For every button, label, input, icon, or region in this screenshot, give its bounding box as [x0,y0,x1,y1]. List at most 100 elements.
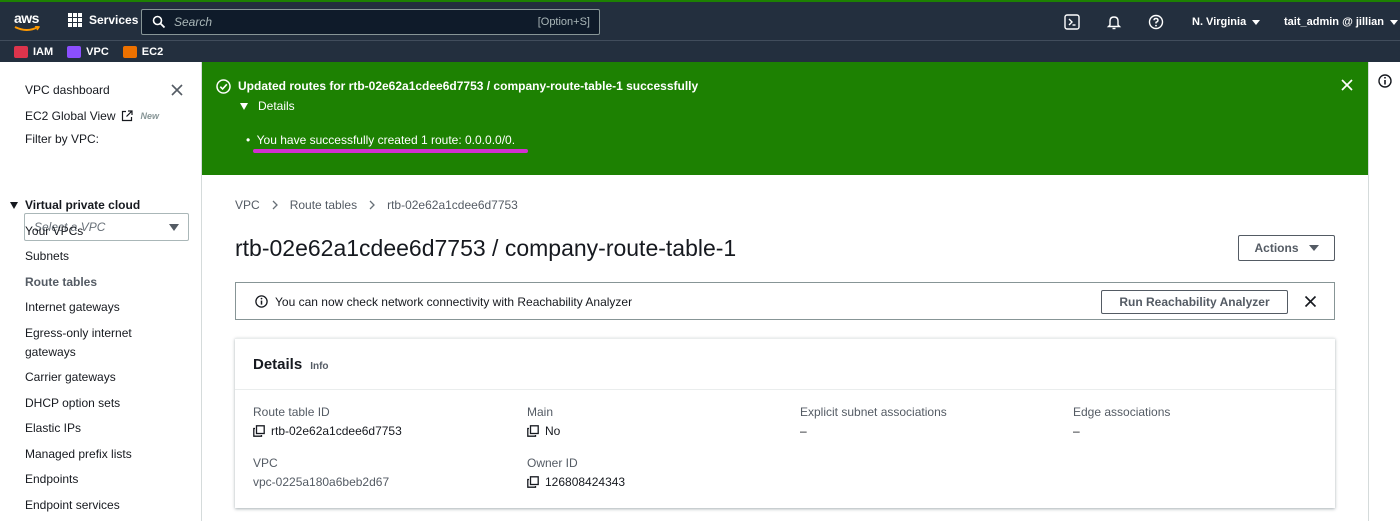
breadcrumb: VPC Route tables rtb-02e62a1cdee6d7753 [235,198,518,212]
caret-down-icon [240,102,248,110]
breadcrumb-vpc[interactable]: VPC [235,198,260,212]
sidebar-item-route-tables[interactable]: Route tables [25,275,97,289]
route-table-id-label: Route table ID [253,405,330,419]
sidebar-item-subnets[interactable]: Subnets [25,249,69,263]
run-reachability-analyzer-button[interactable]: Run Reachability Analyzer [1101,290,1288,314]
cloudshell-icon[interactable] [1064,14,1080,30]
sidebar: VPC dashboard EC2 Global View New Filter… [0,62,202,521]
chevron-right-icon [272,200,278,210]
new-badge: New [140,111,160,121]
reachability-alert: You can now check network connectivity w… [235,282,1335,320]
sidebar-item-vpc-dashboard[interactable]: VPC dashboard [25,83,110,97]
explicit-subnet-associations-value: – [800,424,807,438]
filter-by-vpc-label: Filter by VPC: [25,132,100,146]
vpc-link[interactable]: vpc-0225a180a6beb2d67 [253,475,389,489]
ec2-service-icon [122,45,137,58]
sidebar-item-ec2-global-view[interactable]: EC2 Global View New [25,109,159,123]
owner-id-value: 126808424343 [527,475,625,489]
sidebar-item-internet-gateways[interactable]: Internet gateways [25,300,120,314]
close-sidebar-icon[interactable] [171,84,183,96]
vpc-service-icon [67,45,82,58]
services-label: Services [89,13,139,27]
sidebar-item-your-vpcs[interactable]: Your VPCs [25,224,83,238]
sidebar-item-egress-only-internet-gateways[interactable]: Egress-only internet [25,326,132,340]
divider [235,389,1335,390]
sidebar-item-endpoint-services[interactable]: Endpoint services [25,498,120,512]
search-icon [152,15,166,29]
page-title: rtb-02e62a1cdee6d7753 / company-route-ta… [235,235,737,261]
info-link[interactable]: Info [310,361,328,372]
explicit-subnet-associations-label: Explicit subnet associations [800,405,947,419]
top-navigation-bar: aws Services [Option+S] N. Virginia tait… [0,0,1400,40]
actions-label: Actions [1254,241,1299,255]
notifications-bell-icon[interactable] [1106,14,1122,30]
grid-icon [68,13,82,27]
route-table-id-text: rtb-02e62a1cdee6d7753 [271,424,402,438]
search-shortcut-hint: [Option+S] [537,16,590,28]
sidebar-item-carrier-gateways[interactable]: Carrier gateways [25,370,116,384]
main-label: Main [527,405,554,419]
help-icon[interactable] [1148,14,1164,30]
close-icon[interactable] [1304,295,1317,308]
caret-down-icon [169,224,179,231]
region-label: N. Virginia [1192,16,1247,28]
sidebar-item-dhcp-option-sets[interactable]: DHCP option sets [25,396,120,410]
edge-associations-label: Edge associations [1073,405,1171,419]
account-label: tait_admin @ jillian [1284,16,1384,28]
favorite-label: VPC [86,45,109,58]
copy-icon[interactable] [253,425,265,437]
sidebar-item-egress-only-internet-gateways-line2[interactable]: gateways [25,345,76,359]
favorite-ec2[interactable]: EC2 [122,45,164,58]
vpc-label: VPC [253,456,278,470]
edge-associations-value: – [1073,424,1080,438]
owner-id-text: 126808424343 [545,475,626,489]
flash-detail-item: • You have successfully created 1 route:… [246,133,516,147]
favorite-vpc[interactable]: VPC [67,45,109,58]
caret-down-icon [1308,245,1319,251]
flash-details-toggle[interactable]: Details [240,99,295,113]
aws-logo-text: aws [14,10,39,26]
account-menu[interactable]: tait_admin @ jillian [1284,16,1398,28]
breadcrumb-route-tables[interactable]: Route tables [290,198,357,212]
chevron-down-icon [1389,19,1398,25]
aws-logo[interactable]: aws [14,10,44,34]
favorite-iam[interactable]: IAM [14,45,54,58]
close-icon[interactable] [1340,78,1354,92]
favorite-label: IAM [33,45,54,58]
actions-button[interactable]: Actions [1238,235,1335,261]
sidebar-item-endpoints[interactable]: Endpoints [25,472,78,486]
region-selector[interactable]: N. Virginia [1192,16,1261,28]
sidebar-item-label: EC2 Global View [25,109,116,123]
chevron-right-icon [369,200,375,210]
chevron-down-icon [1252,19,1261,25]
route-table-id-value: rtb-02e62a1cdee6d7753 [253,424,402,438]
iam-service-icon [14,45,28,58]
success-flash-message: Updated routes for rtb-02e62a1cdee6d7753… [202,62,1368,175]
main-content: VPC Route tables rtb-02e62a1cdee6d7753 r… [202,175,1368,521]
info-icon [255,295,268,308]
details-panel: Details Info Route table ID rtb-02e62a1c… [235,338,1335,508]
details-title: Details [253,356,303,373]
details-header: Details Info [253,356,329,373]
services-menu-button[interactable]: Services [68,13,138,27]
reachability-message: You can now check network connectivity w… [275,295,633,309]
sidebar-item-managed-prefix-lists[interactable]: Managed prefix lists [25,447,132,461]
external-link-icon [121,110,133,122]
copy-icon[interactable] [527,425,539,437]
copy-icon[interactable] [527,476,539,488]
sidebar-item-elastic-ips[interactable]: Elastic IPs [25,421,81,435]
search-input[interactable] [174,15,514,29]
caret-down-icon [10,201,18,209]
success-check-icon [216,79,231,94]
section-virtual-private-cloud[interactable]: Virtual private cloud [10,198,140,212]
favorites-bar: IAM VPC EC2 [0,40,1400,62]
breadcrumb-current: rtb-02e62a1cdee6d7753 [387,198,518,212]
flash-title: Updated routes for rtb-02e62a1cdee6d7753… [238,79,699,93]
owner-id-label: Owner ID [527,456,578,470]
info-panel-icon[interactable] [1378,74,1392,88]
aws-smile-icon [14,26,40,31]
tools-panel-strip [1368,62,1400,521]
search-bar[interactable]: [Option+S] [141,9,600,35]
favorite-label: EC2 [141,45,164,58]
flash-details-label: Details [258,99,295,113]
